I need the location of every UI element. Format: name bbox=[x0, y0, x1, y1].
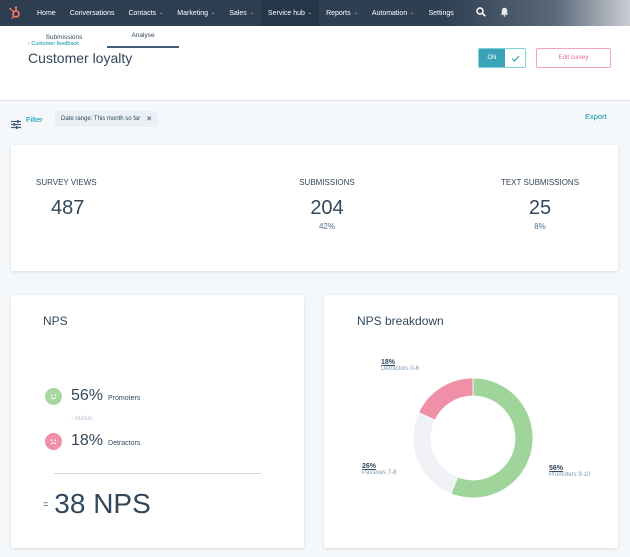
top-nav: Home Conversations Contacts ⌄ Marketing ⌄ Sale… bbox=[0, 0, 630, 26]
stat-label: SUBMISSIONS bbox=[299, 178, 355, 187]
chevron-down-icon: ⌄ bbox=[410, 10, 415, 16]
promoters-segment-label: 56% Promoters 9-10 bbox=[549, 465, 590, 478]
happy-face-icon bbox=[45, 387, 62, 405]
nav-item-contacts[interactable]: Contacts ⌄ bbox=[121, 0, 170, 26]
sad-face-icon bbox=[45, 432, 62, 450]
detractors-label: Detractors bbox=[108, 440, 141, 447]
stat-value: 25 bbox=[528, 197, 552, 219]
stat-value: 204 bbox=[310, 197, 344, 219]
stat-label: TEXT SUBMISSIONS bbox=[500, 178, 580, 187]
minus-label: - minus bbox=[71, 415, 93, 422]
nav-item-sales[interactable]: Sales ⌄ bbox=[222, 0, 261, 26]
nav-item-settings[interactable]: Settings bbox=[421, 0, 460, 26]
date-range-chip[interactable]: Date range: This month so far ✕ bbox=[55, 111, 159, 127]
chevron-down-icon: ⌄ bbox=[249, 10, 254, 16]
stat-value: 487 bbox=[51, 197, 85, 219]
nps-breakdown-card: NPS breakdown 18% Detractors 0-6 26% Pas… bbox=[324, 295, 618, 548]
promoters-segment-name: Promoters 9-10 bbox=[549, 472, 591, 478]
nav-item-reports[interactable]: Reports ⌄ bbox=[319, 0, 365, 26]
equals-sign: = bbox=[43, 499, 49, 509]
promoters-segment-percent: 56% bbox=[549, 465, 564, 472]
nps-card: NPS 56% Promoters - minus 18% Detractors… bbox=[11, 295, 304, 548]
nav-item-label: Service hub bbox=[267, 9, 305, 17]
checkmark-icon bbox=[505, 49, 525, 67]
nav-item-automation[interactable]: Automation ⌄ bbox=[365, 0, 422, 26]
nps-title: NPS bbox=[43, 314, 68, 328]
nav-item-service-hub[interactable]: Service hub ⌄ bbox=[260, 0, 320, 26]
detractors-percent: 18% bbox=[71, 432, 104, 449]
passives-segment-name: Passives 7-8 bbox=[362, 470, 397, 476]
stat-text-submissions: TEXT SUBMISSIONS 25 8% bbox=[485, 178, 595, 231]
stat-percent: 8% bbox=[534, 222, 546, 231]
nav-item-label: Reports bbox=[326, 9, 351, 17]
stat-percent: 42% bbox=[318, 222, 335, 231]
promoters-percent: 56% bbox=[71, 387, 104, 404]
nps-divider bbox=[54, 473, 261, 474]
nav-item-label: Automation bbox=[371, 9, 408, 17]
nps-total: = 38 NPS bbox=[43, 488, 151, 520]
detractors-segment-name: Detractors 0-6 bbox=[381, 366, 420, 372]
nps-donut-chart bbox=[412, 377, 534, 499]
stat-label: SURVEY VIEWS bbox=[36, 178, 97, 187]
tab-submissions[interactable]: Submissions bbox=[28, 26, 100, 48]
chevron-down-icon: ⌄ bbox=[159, 10, 164, 16]
page-title: Customer loyalty bbox=[28, 50, 133, 66]
search-icon[interactable] bbox=[476, 4, 486, 22]
export-link[interactable]: Export bbox=[585, 112, 607, 121]
date-range-chip-label: Date range: This month so far bbox=[61, 116, 141, 122]
survey-on-toggle[interactable]: ON bbox=[478, 48, 526, 68]
nav-item-conversations[interactable]: Conversations bbox=[63, 0, 122, 26]
nps-score: 38 NPS bbox=[54, 488, 151, 519]
stats-card: SURVEY VIEWS 487 SUBMISSIONS 204 42% TEX… bbox=[11, 145, 618, 271]
donut-segment-detractors[interactable] bbox=[418, 377, 474, 421]
chevron-down-icon: ⌄ bbox=[353, 10, 358, 16]
chevron-down-icon: ⌄ bbox=[211, 10, 216, 16]
close-icon[interactable]: ✕ bbox=[146, 115, 152, 123]
detractors-segment-percent: 18% bbox=[381, 359, 396, 366]
filter-sliders-icon[interactable] bbox=[11, 116, 21, 134]
nav-item-home[interactable]: Home bbox=[30, 0, 63, 26]
nav-item-marketing[interactable]: Marketing ⌄ bbox=[170, 0, 222, 26]
nav-item-label: Contacts bbox=[128, 9, 157, 17]
toggle-on-label: ON bbox=[479, 49, 505, 67]
hubspot-logo[interactable] bbox=[2, 0, 28, 26]
filter-bar: Filter Date range: This month so far ✕ bbox=[0, 101, 630, 139]
nav-item-label: Conversations bbox=[69, 9, 115, 17]
nps-detractors-row: 18% Detractors bbox=[45, 432, 140, 450]
edit-survey-button[interactable]: Edit survey bbox=[536, 48, 611, 68]
chevron-down-icon: ⌄ bbox=[307, 10, 313, 16]
stat-submissions: SUBMISSIONS 204 42% bbox=[272, 178, 382, 231]
nav-item-label: Sales bbox=[229, 9, 247, 17]
nps-promoters-row: 56% Promoters bbox=[45, 387, 140, 405]
nav-item-label: Marketing bbox=[177, 9, 208, 17]
donut-segment-passives[interactable] bbox=[412, 411, 459, 495]
notifications-bell-icon[interactable] bbox=[500, 4, 509, 22]
nav-item-label: Settings bbox=[428, 9, 454, 17]
detractors-segment-label: 18% Detractors 0-6 bbox=[381, 359, 419, 372]
stat-survey-views: SURVEY VIEWS 487 bbox=[36, 178, 97, 220]
nav-item-label: Home bbox=[37, 9, 56, 17]
page-header: ‹ Customer feedback Customer loyalty ON … bbox=[0, 26, 630, 101]
filter-button[interactable]: Filter bbox=[26, 115, 43, 124]
tab-analyse[interactable]: Analyse bbox=[107, 26, 179, 48]
passives-segment-label: 26% Passives 7-8 bbox=[362, 463, 396, 476]
promoters-label: Promoters bbox=[108, 395, 141, 402]
passives-segment-percent: 26% bbox=[362, 463, 377, 470]
